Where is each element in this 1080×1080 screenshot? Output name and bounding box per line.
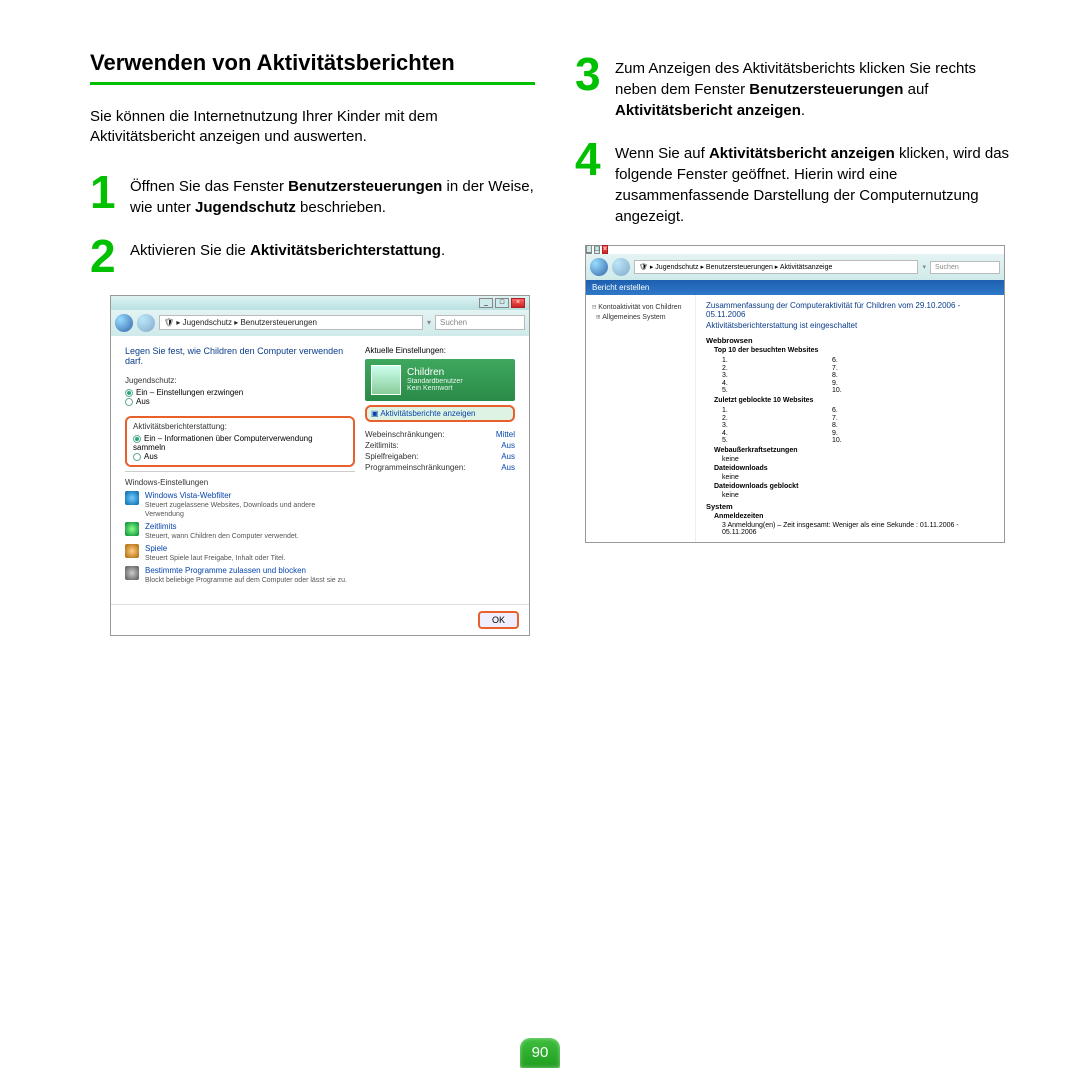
- programs-icon: [125, 566, 139, 580]
- activity-reporting-highlight: Aktivitätsberichterstattung: Ein – Infor…: [125, 416, 355, 467]
- current-settings-label: Aktuelle Einstellungen:: [365, 346, 515, 355]
- radio-off-icon: [125, 398, 133, 406]
- settings-list: Webeinschränkungen:Mittel Zeitlimits:Aus…: [365, 430, 515, 472]
- avatar-icon: [371, 365, 401, 395]
- timelimit-icon: [125, 522, 139, 536]
- radio-off-icon: [133, 453, 141, 461]
- windows-settings-section: Windows-Einstellungen Windows Vista-Webf…: [125, 471, 355, 584]
- step-3: 3 Zum Anzeigen des Aktivitätsberichts kl…: [575, 54, 1020, 121]
- report-content: Zusammenfassung der Computeraktivität fü…: [696, 295, 1004, 542]
- webfilter-icon: [125, 491, 139, 505]
- step-text: Aktivieren Sie die Aktivitätsberichterst…: [130, 236, 445, 277]
- minimize-icon: _: [479, 298, 493, 308]
- radio-on-icon: [133, 435, 141, 443]
- instruction-text: Legen Sie fest, wie Children den Compute…: [125, 346, 355, 366]
- page-number: 90: [520, 1038, 560, 1068]
- radio-on-icon: [125, 389, 133, 397]
- user-card: Children Standardbenutzer Kein Kennwort: [365, 359, 515, 401]
- close-icon: ×: [602, 245, 608, 254]
- step-text: Öffnen Sie das Fenster Benutzersteuerung…: [130, 172, 535, 218]
- screenshot-activity-report: _ □ × 🛡 ▸ Jugendschutz ▸ Benutzersteueru…: [585, 245, 1005, 543]
- address-bar: 🛡 ▸ Jugendschutz ▸ Benutzersteuerungen ▾…: [111, 310, 529, 336]
- ok-button-highlight: OK: [478, 611, 519, 629]
- section-heading: Verwenden von Aktivitätsberichten: [90, 50, 535, 85]
- step-number: 1: [90, 172, 120, 218]
- address-bar: 🛡 ▸ Jugendschutz ▸ Benutzersteuerungen ▸…: [586, 254, 1004, 280]
- breadcrumb: 🛡 ▸ Jugendschutz ▸ Benutzersteuerungen: [159, 315, 423, 330]
- forward-icon: [137, 314, 155, 332]
- step-number: 4: [575, 139, 605, 227]
- step-text: Zum Anzeigen des Aktivitätsberichts klic…: [615, 54, 1020, 121]
- back-icon: [115, 314, 133, 332]
- maximize-icon: □: [594, 245, 600, 254]
- report-tree: ⊟Kontoaktivität von Children ⊞Allgemeine…: [586, 295, 696, 542]
- breadcrumb: 🛡 ▸ Jugendschutz ▸ Benutzersteuerungen ▸…: [634, 260, 918, 274]
- generate-report-bar: Bericht erstellen: [586, 280, 1004, 295]
- window-titlebar: _ □ ×: [111, 296, 529, 310]
- forward-icon: [612, 258, 630, 276]
- step-number: 3: [575, 54, 605, 121]
- search-box: Suchen: [930, 261, 1000, 274]
- screenshot-user-controls: _ □ × 🛡 ▸ Jugendschutz ▸ Benutzersteueru…: [110, 295, 530, 636]
- window-titlebar: _ □ ×: [586, 246, 1004, 254]
- step-text: Wenn Sie auf Aktivitätsbericht anzeigen …: [615, 139, 1020, 227]
- games-icon: [125, 544, 139, 558]
- close-icon: ×: [511, 298, 525, 308]
- view-activity-report-link: ▣ Aktivitätsberichte anzeigen: [365, 405, 515, 422]
- parental-control-section: Jugendschutz: Ein – Einstellungen erzwin…: [125, 376, 355, 406]
- step-2: 2 Aktivieren Sie die Aktivitätsberichter…: [90, 236, 535, 277]
- step-4: 4 Wenn Sie auf Aktivitätsbericht anzeige…: [575, 139, 1020, 227]
- back-icon: [590, 258, 608, 276]
- intro-text: Sie können die Internetnutzung Ihrer Kin…: [90, 107, 535, 148]
- step-1: 1 Öffnen Sie das Fenster Benutzersteueru…: [90, 172, 535, 218]
- step-number: 2: [90, 236, 120, 277]
- minimize-icon: _: [586, 245, 592, 254]
- maximize-icon: □: [495, 298, 509, 308]
- search-box: Suchen: [435, 315, 525, 330]
